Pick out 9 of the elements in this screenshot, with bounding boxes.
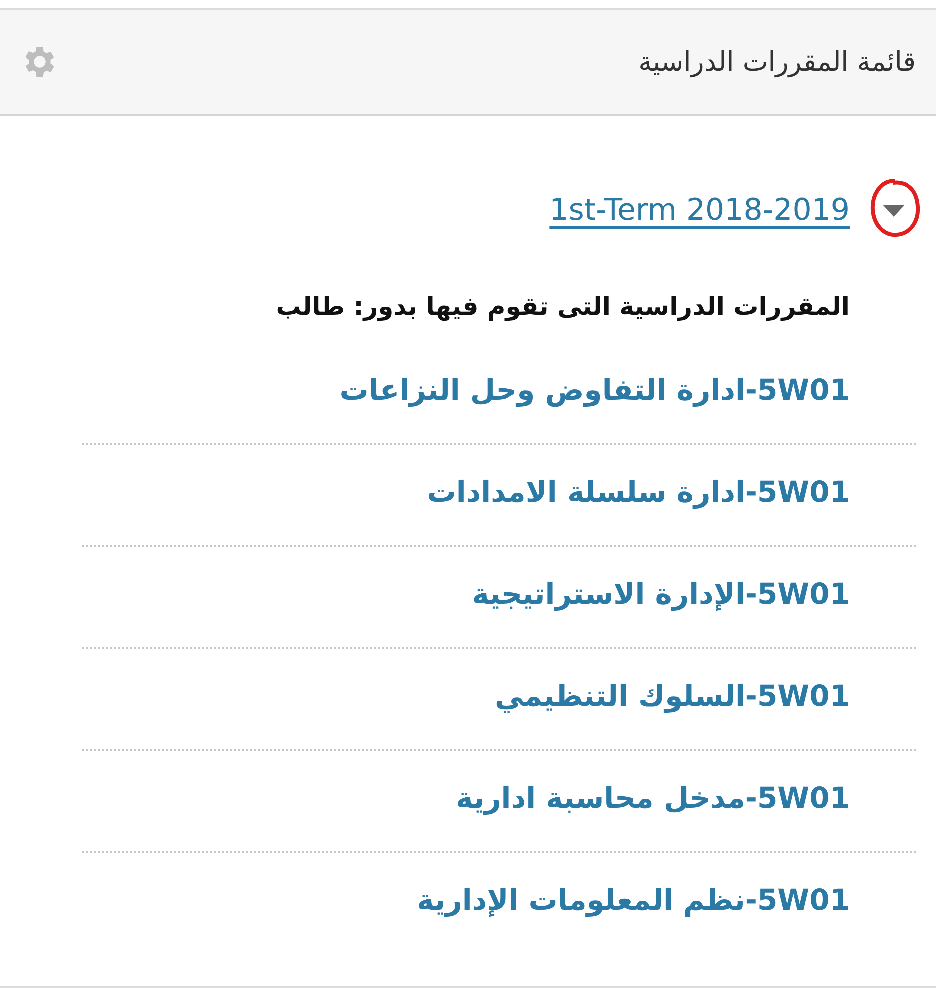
course-link[interactable]: 5W01-ادارة التفاوض وحل النزاعات — [340, 373, 850, 407]
course-link[interactable]: 5W01-نظم المعلومات الإدارية — [417, 883, 850, 917]
course-link[interactable]: 5W01-الإدارة الاستراتيجية — [472, 577, 850, 611]
role-heading: المقررات الدراسية التى تقوم فيها بدور: طالب — [275, 292, 850, 321]
term-link[interactable]: 1st-Term 2018-2019 — [550, 192, 850, 228]
course-link[interactable]: 5W01-مدخل محاسبة ادارية — [456, 781, 850, 815]
course-link[interactable]: 5W01-ادارة سلسلة الامدادات — [427, 475, 850, 509]
panel-title: قائمة المقررات الدراسية — [638, 46, 916, 78]
course-link[interactable]: 5W01-السلوك التنظيمي — [495, 679, 850, 713]
